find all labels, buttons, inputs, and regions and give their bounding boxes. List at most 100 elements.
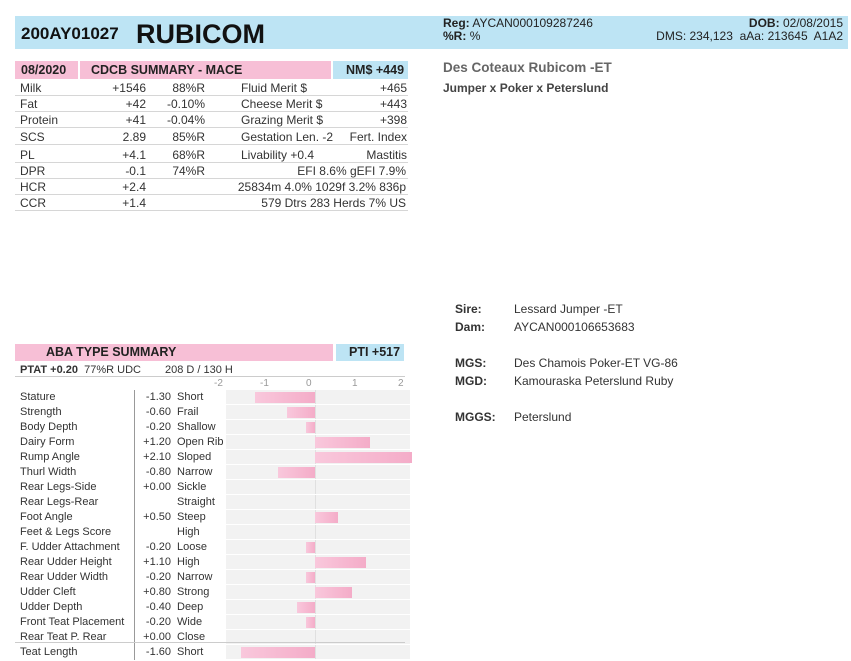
type-trait-bar: [315, 452, 412, 463]
zero-line: [315, 465, 316, 479]
cdcb-row-divider: [15, 127, 408, 128]
cdcb-trait-name: HCR: [20, 180, 46, 194]
type-trait-descriptor: Deep: [177, 601, 204, 613]
reg-line: Reg: AYCAN000109287246: [443, 16, 593, 30]
cdcb-trait-name: Milk: [20, 81, 42, 95]
type-trait-bar-track: [226, 494, 410, 510]
cdcb-trait-name: PL: [20, 148, 35, 162]
cdcb-trait-value: -0.1: [125, 164, 146, 178]
type-trait-row: Thurl Width -0.80 Narrow: [15, 464, 410, 480]
cdcb-merit-value: Mastitis: [366, 148, 407, 162]
ptat-rel: 77%R UDC: [84, 364, 141, 376]
type-trait-bar-track: [226, 464, 410, 480]
type-trait-value: -1.30: [134, 390, 177, 405]
cdcb-merit-label: Gestation Len. -2: [241, 130, 334, 144]
dam-name: AYCAN000106653683: [514, 320, 635, 334]
type-trait-descriptor: Narrow: [177, 466, 213, 478]
type-trait-descriptor: High: [177, 556, 200, 568]
type-trait-value: -1.60: [134, 644, 177, 660]
type-trait-name: Udder Depth: [20, 601, 83, 613]
type-trait-row: Feet & Legs Score High: [15, 524, 410, 540]
type-trait-bar-track: [226, 390, 410, 405]
r-label: %R:: [443, 29, 467, 43]
scale-label: 2: [398, 378, 404, 389]
mgd-name: Kamouraska Peterslund Ruby: [514, 374, 674, 388]
type-trait-bar-track: [226, 434, 410, 450]
cdcb-row-divider: [15, 210, 408, 211]
type-trait-bar-track: [226, 644, 410, 660]
scale-label: -1: [260, 378, 269, 389]
type-trait-value: +1.10: [134, 554, 177, 570]
type-trait-row: Rear Legs-Side +0.00 Sickle: [15, 479, 410, 495]
zero-line: [315, 570, 316, 584]
type-trait-descriptor: Sloped: [177, 451, 212, 463]
full-name: Des Coteaux Rubicom -ET: [443, 60, 612, 75]
type-trait-bar: [296, 602, 315, 613]
type-trait-bar: [255, 392, 315, 403]
type-trait-row: F. Udder Attachment -0.20 Loose: [15, 539, 410, 555]
type-trait-name: Rear Legs-Rear: [20, 496, 99, 508]
cdcb-trait-rel: 74%R: [172, 164, 205, 178]
mggs-name: Peterslund: [514, 410, 572, 424]
type-trait-value: -0.20: [134, 419, 177, 435]
cdcb-row-divider: [15, 178, 408, 179]
type-trait-value: +0.80: [134, 584, 177, 600]
type-trait-name: Rear Udder Height: [20, 556, 112, 568]
type-trait-row: Rump Angle +2.10 Sloped: [15, 449, 412, 465]
cdcb-merit-label: Grazing Merit $: [241, 113, 324, 127]
type-trait-descriptor: Short: [177, 391, 204, 404]
type-trait-row: Udder Depth -0.40 Deep: [15, 599, 410, 615]
type-trait-descriptor: Strong: [177, 586, 210, 598]
cdcb-merit-value: +465: [379, 81, 407, 95]
sire-name: Lessard Jumper -ET: [514, 302, 623, 316]
cdcb-merit-value: +443: [379, 97, 407, 111]
type-trait-row: Foot Angle +0.50 Steep: [15, 509, 410, 525]
type-trait-bar: [287, 407, 315, 418]
type-trait-bar-track: [226, 614, 410, 630]
type-trait-name: Feet & Legs Score: [20, 526, 112, 538]
type-trait-row: Front Teat Placement -0.20 Wide: [15, 614, 410, 630]
type-trait-bar: [315, 557, 366, 568]
type-trait-name: Rump Angle: [20, 451, 80, 463]
type-trait-bar-track: [226, 539, 410, 555]
cdcb-date: 08/2020: [21, 63, 67, 77]
type-trait-name: Rear Udder Width: [20, 571, 109, 583]
type-trait-value: [134, 524, 177, 540]
type-trait-value: +1.20: [134, 434, 177, 450]
zero-line: [315, 615, 316, 629]
cdcb-row-divider: [15, 162, 408, 163]
type-trait-value: -0.20: [134, 539, 177, 555]
pedigree-cross: Jumper x Poker x Peterslund: [443, 81, 609, 95]
type-trait-bar-track: [226, 524, 410, 540]
type-trait-row: Strength -0.60 Frail: [15, 404, 410, 420]
cdcb-row-divider: [15, 111, 408, 112]
cdcb-trait-rel: -0.10%: [166, 97, 205, 111]
type-trait-bar-track: [226, 419, 410, 435]
cdcb-trait-value: +1546: [112, 81, 146, 95]
type-trait-value: -0.80: [134, 464, 177, 480]
type-trait-row: Body Depth -0.20 Shallow: [15, 419, 410, 435]
daughter-count: 208 D / 130 H: [165, 364, 233, 376]
type-trait-bar: [278, 467, 315, 478]
type-trait-descriptor: Open Rib: [177, 436, 224, 448]
type-trait-name: Rear Legs-Side: [20, 481, 97, 493]
type-trait-row: Rear Legs-Rear Straight: [15, 494, 410, 510]
cdcb-trait-value: +2.4: [122, 180, 146, 194]
type-trait-bar-track: [226, 599, 410, 615]
zero-line: [315, 390, 316, 404]
cdcb-trait-value: +41: [125, 113, 146, 127]
r-value: %: [469, 29, 481, 43]
dms-line: DMS: 234,123 aAa: 213645 A1A2: [656, 29, 843, 43]
type-trait-bar: [305, 422, 315, 433]
dob-line: DOB: 02/08/2015: [749, 16, 843, 30]
type-trait-value: +2.10: [134, 449, 177, 465]
cdcb-extra-label: EFI 8.6% gEFI 7.9%: [297, 164, 406, 178]
cdcb-row-divider: [15, 95, 408, 96]
type-trait-row: Rear Udder Height +1.10 High: [15, 554, 410, 570]
type-trait-bar: [305, 542, 315, 553]
dob-label: DOB:: [748, 16, 780, 30]
type-trait-row: Stature -1.30 Short: [15, 390, 410, 405]
zero-line: [315, 495, 316, 509]
cdcb-extra-label: 25834m 4.0% 1029f 3.2% 836p: [237, 180, 406, 194]
type-trait-name: Strength: [20, 406, 62, 418]
